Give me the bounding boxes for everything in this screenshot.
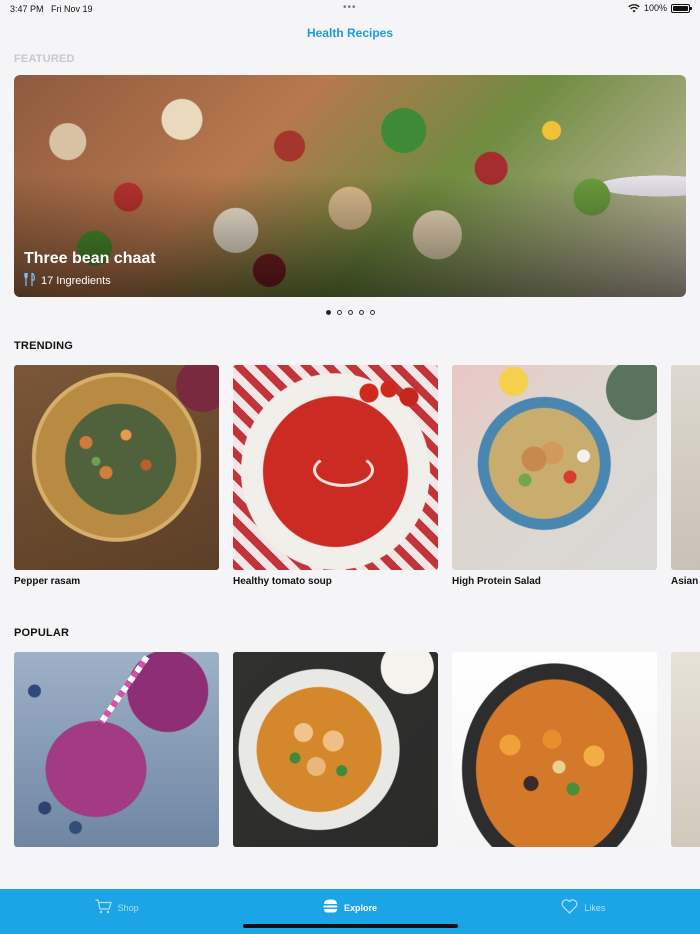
featured-meta: 17 Ingredients	[24, 271, 156, 289]
status-right: 100%	[628, 3, 692, 13]
burger-icon	[323, 899, 338, 916]
recipe-image	[14, 365, 219, 570]
page-dot-2[interactable]	[336, 310, 342, 315]
trending-section-label: TRENDING	[14, 340, 74, 352]
battery-icon	[671, 3, 692, 13]
recipe-card-stew[interactable]	[452, 652, 657, 847]
tab-label: Shop	[117, 902, 139, 913]
tab-shop[interactable]: Shop	[0, 889, 233, 934]
recipe-image	[452, 652, 657, 847]
fork-knife-icon	[24, 271, 36, 289]
recipe-title: Pepper rasam	[14, 576, 81, 587]
page-dot-3[interactable]	[347, 310, 353, 315]
recipe-card-smoothie[interactable]	[14, 652, 219, 847]
status-time: 3:47 PM	[10, 4, 44, 14]
featured-section-label: FEATURED	[14, 53, 75, 65]
recipe-title: High Protein Salad	[452, 576, 541, 587]
page-dot-1[interactable]	[325, 310, 331, 315]
tab-likes[interactable]: Likes	[467, 889, 700, 934]
recipe-card-tomato-soup[interactable]: Healthy tomato soup	[233, 365, 438, 610]
featured-text: Three bean chaat 17 Ingredients	[24, 250, 156, 289]
page-dot-5[interactable]	[369, 310, 375, 315]
recipe-card-asian[interactable]: Asian s	[671, 365, 700, 610]
recipe-card-partial[interactable]	[671, 652, 700, 847]
recipe-image	[233, 365, 438, 570]
recipe-card-pepper-rasam[interactable]: Pepper rasam	[14, 365, 219, 610]
wifi-icon	[628, 3, 640, 12]
recipe-image	[671, 365, 700, 570]
tab-label: Likes	[584, 902, 606, 913]
recipe-image	[14, 652, 219, 847]
status-date: Fri Nov 19	[51, 4, 93, 14]
featured-title: Three bean chaat	[24, 250, 156, 267]
recipe-image	[452, 365, 657, 570]
carousel-page-indicator[interactable]	[0, 310, 700, 315]
page-title: Health Recipes	[306, 26, 394, 40]
recipe-card-curry[interactable]	[233, 652, 438, 847]
recipe-image	[233, 652, 438, 847]
recipe-image	[671, 652, 700, 847]
ingredient-count: 17 Ingredients	[41, 275, 111, 287]
home-indicator[interactable]	[243, 924, 458, 928]
battery-percent: 100%	[643, 3, 667, 13]
status-bar: 3:47 PM Fri Nov 19 ••• 100%	[0, 0, 700, 18]
recipe-title: Asian s	[671, 576, 700, 587]
page-dot-4[interactable]	[358, 310, 364, 315]
multitasking-dots-icon[interactable]: •••	[343, 2, 357, 13]
recipe-card-protein-salad[interactable]: High Protein Salad	[452, 365, 657, 610]
cart-icon	[95, 898, 112, 917]
heart-icon	[561, 898, 578, 917]
featured-card[interactable]: Three bean chaat 17 Ingredients	[14, 75, 686, 297]
popular-section-label: POPULAR	[14, 627, 70, 639]
tab-label: Explore	[343, 902, 377, 913]
trending-row[interactable]: Pepper rasam Healthy tomato soup High Pr…	[14, 365, 700, 610]
recipe-title: Healthy tomato soup	[233, 576, 332, 587]
popular-row[interactable]	[14, 652, 700, 847]
